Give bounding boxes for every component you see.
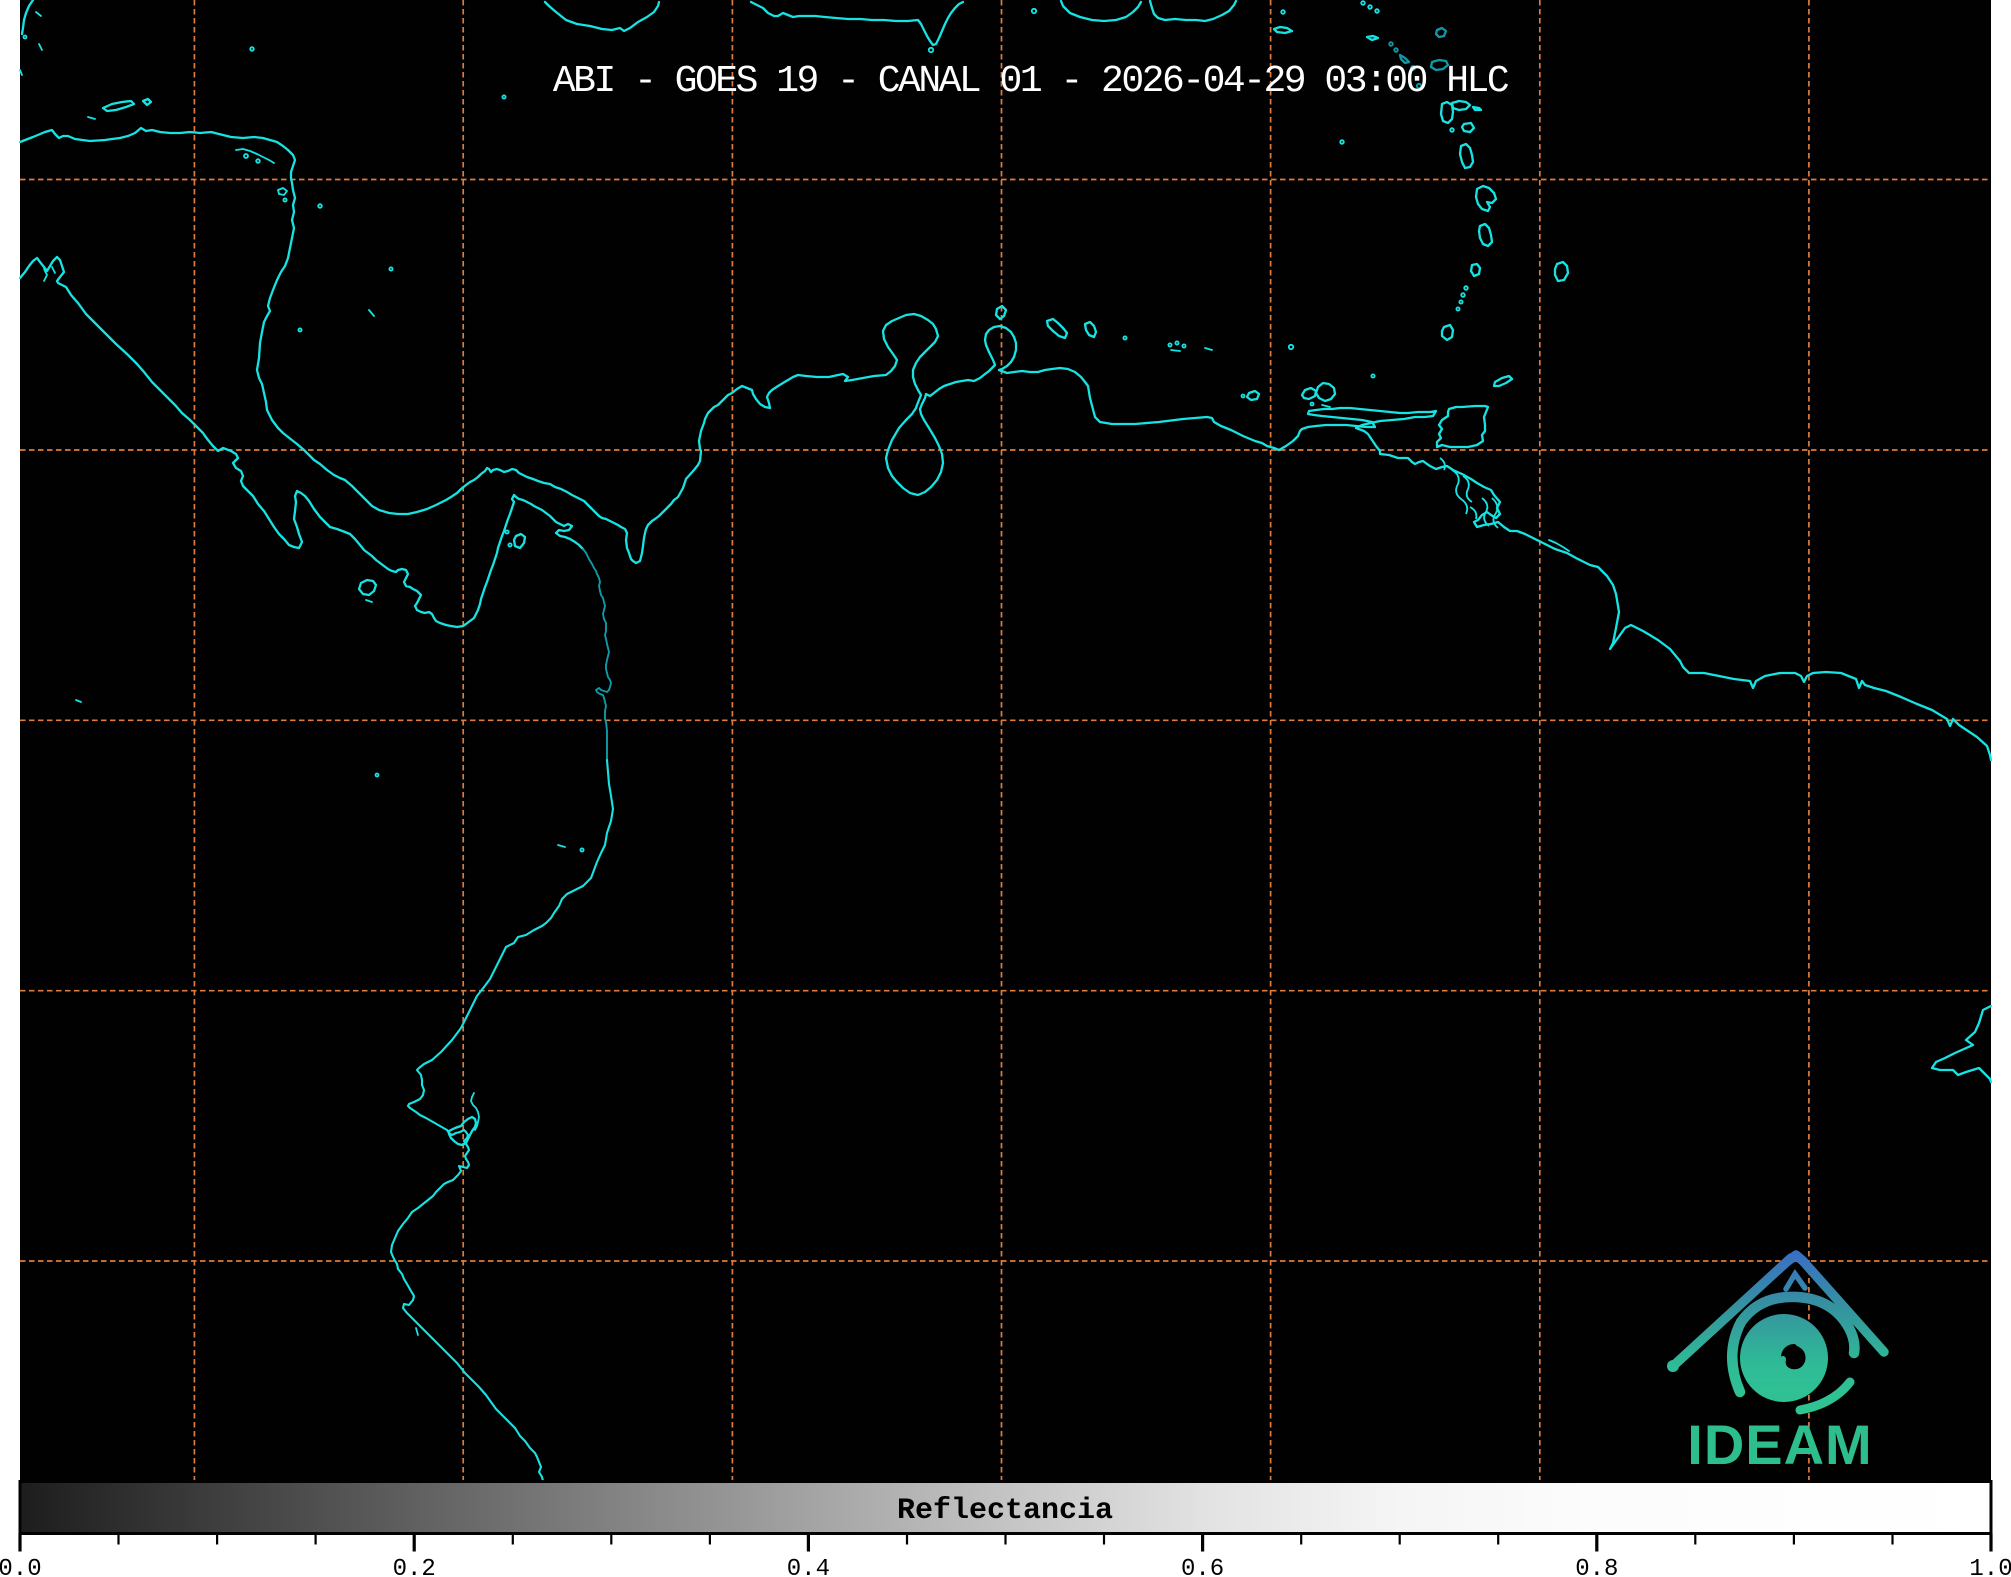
- svg-text:ABI - GOES 19 - CANAL 01 - 202: ABI - GOES 19 - CANAL 01 - 2026-04-29 03…: [553, 60, 1509, 103]
- svg-text:1.0: 1.0: [1969, 1556, 2011, 1577]
- svg-text:0.8: 0.8: [1575, 1556, 1618, 1577]
- svg-text:0.4: 0.4: [787, 1556, 830, 1577]
- svg-text:0.2: 0.2: [393, 1556, 436, 1577]
- svg-text:0.6: 0.6: [1181, 1556, 1224, 1577]
- svg-text:Reflectancia: Reflectancia: [897, 1494, 1113, 1528]
- svg-text:IDEAM: IDEAM: [1687, 1413, 1872, 1476]
- svg-text:0.0: 0.0: [0, 1556, 42, 1577]
